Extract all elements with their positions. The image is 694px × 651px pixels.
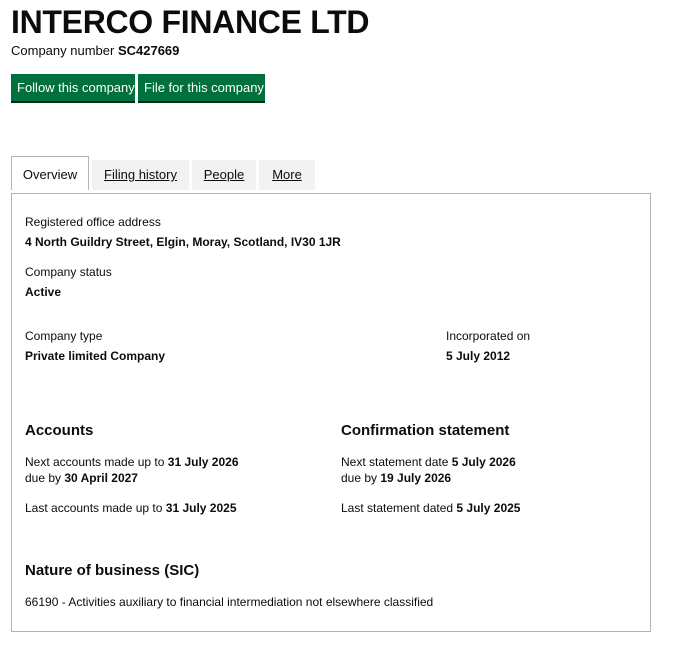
accounts-next-prefix: Next accounts made up to bbox=[25, 455, 165, 469]
company-type-value: Private limited Company bbox=[25, 349, 166, 363]
confirmation-due-date: 19 July 2026 bbox=[380, 471, 452, 485]
accounts-next-date: 31 July 2026 bbox=[167, 455, 239, 469]
confirmation-next-date: 5 July 2026 bbox=[451, 455, 516, 469]
accounts-due-prefix: due by bbox=[25, 471, 62, 485]
accounts-last-date: 31 July 2025 bbox=[165, 501, 237, 515]
confirmation-heading: Confirmation statement bbox=[341, 422, 510, 439]
confirmation-due-line: due by 19 July 2026 bbox=[341, 470, 451, 486]
incorporated-label: Incorporated on bbox=[446, 329, 531, 343]
accounts-heading: Accounts bbox=[25, 422, 94, 439]
accounts-next-line: Next accounts made up to 31 July 2026 bbox=[25, 454, 239, 470]
incorporated-value: 5 July 2012 bbox=[446, 349, 511, 363]
address-label: Registered office address bbox=[25, 215, 161, 229]
tab-overview[interactable]: Overview bbox=[11, 156, 89, 190]
confirmation-last-prefix: Last statement dated bbox=[341, 501, 454, 515]
address-value: 4 North Guildry Street, Elgin, Moray, Sc… bbox=[25, 235, 341, 249]
sic-item: 66190 - Activities auxiliary to financia… bbox=[25, 595, 434, 609]
tab-more[interactable]: More bbox=[259, 160, 315, 190]
company-number-value: SC427669 bbox=[117, 43, 180, 58]
confirmation-next-prefix: Next statement date bbox=[341, 455, 449, 469]
sic-heading: Nature of business (SIC) bbox=[25, 562, 200, 579]
confirmation-last-line: Last statement dated 5 July 2025 bbox=[341, 500, 520, 516]
status-label: Company status bbox=[25, 265, 112, 279]
accounts-due-line: due by 30 April 2027 bbox=[25, 470, 138, 486]
accounts-last-line: Last accounts made up to 31 July 2025 bbox=[25, 500, 237, 516]
confirmation-next-line: Next statement date 5 July 2026 bbox=[341, 454, 516, 470]
tab-filing-history[interactable]: Filing history bbox=[92, 160, 189, 190]
overview-panel: Registered office address 4 North Guildr… bbox=[11, 193, 651, 632]
company-type-label: Company type bbox=[25, 329, 103, 343]
company-name: INTERCO FINANCE LTD bbox=[11, 4, 370, 40]
follow-company-button[interactable]: Follow this company bbox=[11, 74, 135, 101]
confirmation-due-prefix: due by bbox=[341, 471, 378, 485]
file-for-company-button[interactable]: File for this company bbox=[138, 74, 265, 101]
accounts-due-date: 30 April 2027 bbox=[64, 471, 138, 485]
status-value: Active bbox=[25, 285, 62, 299]
company-number: Company number SC427669 bbox=[11, 43, 179, 59]
confirmation-last-date: 5 July 2025 bbox=[456, 501, 521, 515]
accounts-last-prefix: Last accounts made up to bbox=[25, 501, 163, 515]
company-number-label: Company number bbox=[11, 43, 115, 58]
tab-people[interactable]: People bbox=[192, 160, 256, 190]
